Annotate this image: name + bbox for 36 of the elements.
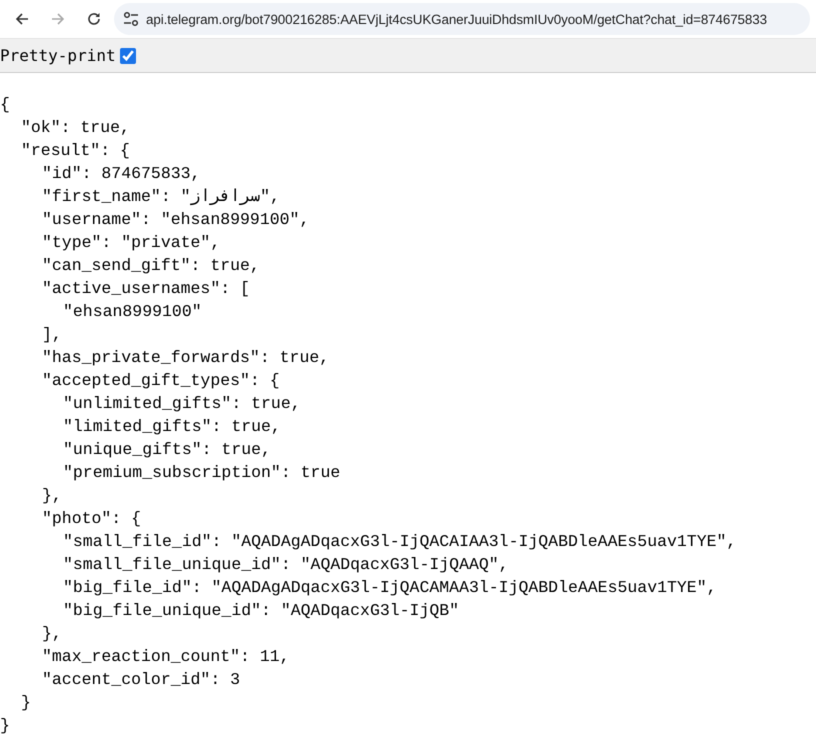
code-line: "accent_color_id": 3 (42, 669, 240, 691)
pretty-print-label: Pretty-print (0, 46, 116, 65)
code-line: "premium_subscription": true (63, 462, 340, 484)
code-line: "big_file_unique_id": "AQADqacxG3l-IjQB" (63, 600, 460, 622)
code-line: }, (42, 623, 62, 645)
code-line: "username": "ehsan8999100", (42, 209, 310, 231)
code-line: "photo": { (42, 508, 142, 530)
code-line: "has_private_forwards": true, (42, 347, 330, 369)
code-line: "unique_gifts": true, (63, 439, 271, 461)
code-line: "active_usernames": [ (42, 278, 250, 300)
back-arrow-icon (14, 11, 30, 27)
code-line: "small_file_unique_id": "AQADqacxG3l-IjQAAQ", (63, 554, 509, 576)
pretty-print-checkbox[interactable] (120, 48, 136, 64)
code-line: "can_send_gift": true, (42, 255, 260, 277)
code-line: "id": 874675833, (42, 163, 200, 185)
code-line: } (21, 692, 31, 714)
code-line: "max_reaction_count": 11, (42, 646, 290, 668)
reload-icon (86, 11, 102, 27)
code-line: }, (42, 485, 62, 507)
code-line: "first_name": "سرافراز", (42, 186, 280, 208)
code-line: ], (42, 324, 62, 346)
code-line: "small_file_id": "AQADAgADqacxG3l-IjQACAIAA3l-IjQABDleAAEs5uav1TYE", (63, 531, 736, 553)
code-line: "ok": true, (21, 117, 130, 139)
code-line: "type": "private", (42, 232, 220, 254)
code-line: { (0, 94, 10, 116)
code-line: "limited_gifts": true, (63, 416, 281, 438)
url-text: api.telegram.org/bot7900216285:AAEVjLjt4csUKGanerJuuiDhdsmIUv0yooM/getChat?chat_id=874675833 (146, 12, 767, 26)
code-line: "result": { (21, 140, 130, 162)
address-bar[interactable]: api.telegram.org/bot7900216285:AAEVjLjt4csUKGanerJuuiDhdsmIUv0yooM/getChat?chat_id=874675833 (114, 3, 810, 35)
code-line: "unlimited_gifts": true, (63, 393, 301, 415)
forward-arrow-icon (50, 11, 66, 27)
site-settings-icon[interactable] (122, 11, 140, 27)
code-line: "accepted_gift_types": { (42, 370, 280, 392)
code-line: } (0, 715, 10, 737)
code-line: "ehsan8999100" (63, 301, 202, 323)
code-line: "big_file_id": "AQADAgADqacxG3l-IjQACAMAA3l-IjQABDleAAEs5uav1TYE", (63, 577, 717, 599)
